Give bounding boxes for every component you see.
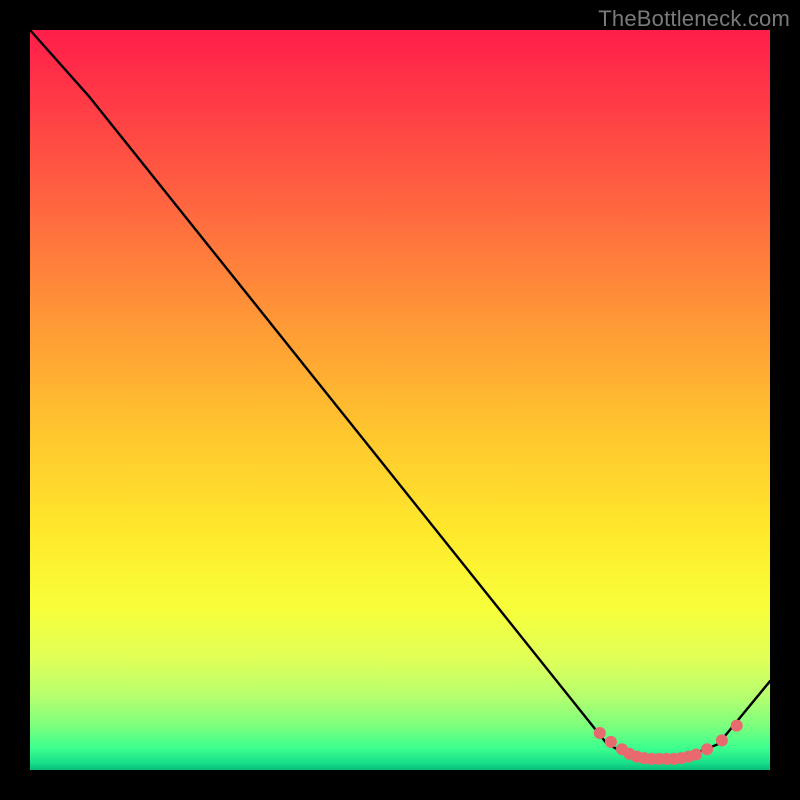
- bottleneck-curve: [30, 30, 770, 759]
- marker-group: [594, 720, 743, 765]
- marker-dot: [605, 736, 617, 748]
- marker-dot: [690, 748, 702, 760]
- marker-dot: [594, 727, 606, 739]
- chart-frame: TheBottleneck.com: [0, 0, 800, 800]
- plot-area: [30, 30, 770, 770]
- curve-svg: [30, 30, 770, 770]
- marker-dot: [731, 720, 743, 732]
- marker-dot: [716, 734, 728, 746]
- attribution-label: TheBottleneck.com: [598, 6, 790, 32]
- marker-dot: [701, 743, 713, 755]
